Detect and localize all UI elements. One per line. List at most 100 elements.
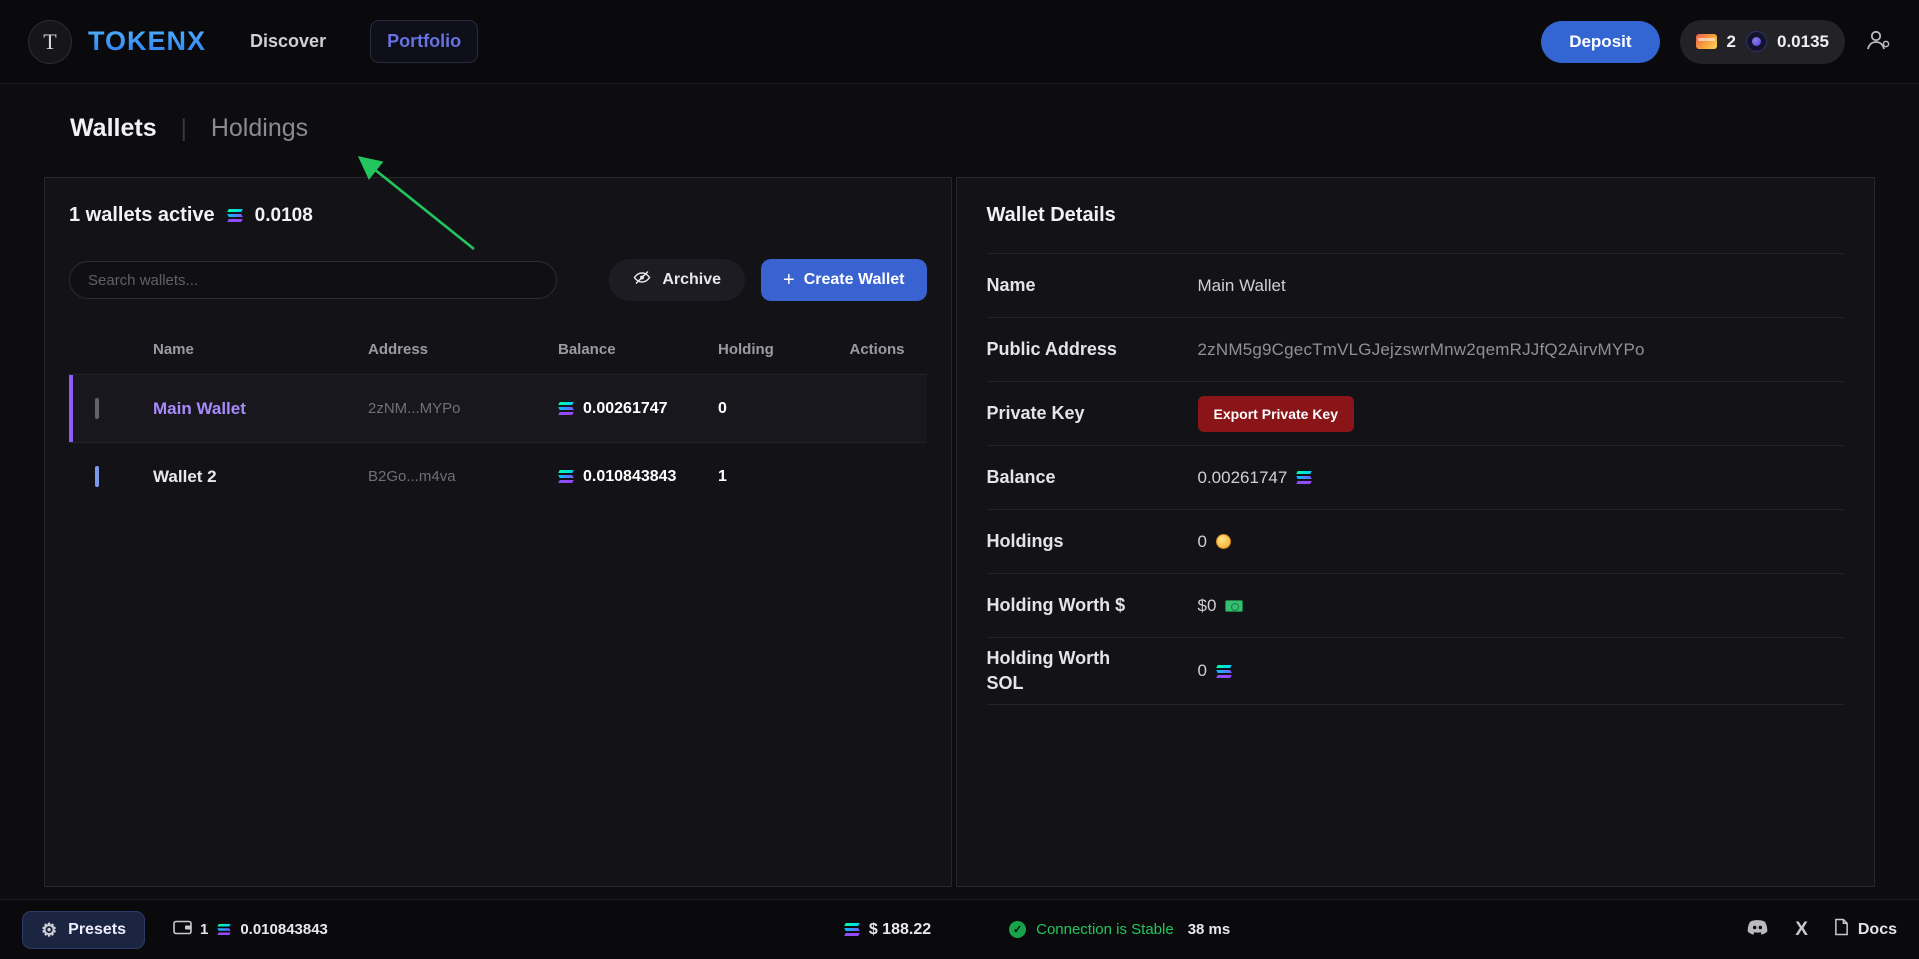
gear-icon: ⚙ [41,921,57,939]
holding-worth-usd-value: $0 [1198,596,1217,616]
wallet-details-panel: Wallet Details Name Main Wallet Public A… [956,177,1876,887]
archive-button[interactable]: Archive [609,259,745,301]
detail-label: Holding Worth SOL [987,646,1137,696]
active-wallets-summary: 1 wallets active 0.0108 [69,204,927,227]
sol-price-value: $ 188.22 [869,921,931,939]
solana-icon [1296,471,1312,484]
tab-wallets[interactable]: Wallets [70,114,157,143]
detail-row-holding-worth-usd: Holding Worth $ $0 [987,574,1845,638]
connection-status: ✓ Connection is Stable 38 ms [1009,921,1230,938]
card-icon [1696,34,1717,49]
docs-link[interactable]: Docs [1834,918,1897,941]
wallet-balance: 0.00261747 [583,400,668,418]
cash-icon [1225,600,1243,612]
wallets-table: Name Address Balance Holding Actions Mai… [69,341,927,510]
document-icon [1834,918,1849,941]
nav-item-discover[interactable]: Discover [244,21,332,62]
portfolio-tabs: Wallets | Holdings [70,114,1919,143]
statusbar-wallet-summary[interactable]: 1 0.010843843 [173,920,328,939]
deposit-button[interactable]: Deposit [1541,21,1659,63]
details-title: Wallet Details [987,204,1845,227]
wallet-name[interactable]: Wallet 2 [153,467,368,487]
statusbar-wallet-sol: 0.010843843 [240,921,328,938]
detail-value: Main Wallet [1198,276,1845,296]
detail-row-balance: Balance 0.00261747 [987,446,1845,510]
pill-count: 2 [1727,32,1736,52]
col-balance: Balance [558,341,718,358]
docs-label: Docs [1858,921,1897,939]
details-rows: Name Main Wallet Public Address 2zNM5g9C… [987,253,1845,705]
check-circle-icon: ✓ [1009,921,1026,938]
wallet-address: 2zNM...MYPo [368,400,558,417]
nav-item-portfolio[interactable]: Portfolio [370,20,478,63]
create-wallet-button[interactable]: + Create Wallet [761,259,926,301]
export-private-key-button[interactable]: Export Private Key [1198,396,1355,432]
balance-value: 0.00261747 [1198,468,1288,488]
statusbar-wallet-count: 1 [200,921,208,938]
detail-row-private-key: Private Key Export Private Key [987,382,1845,446]
col-address: Address [368,341,558,358]
solana-icon [844,923,860,936]
col-actions: Actions [848,341,927,358]
app-logo[interactable]: T [28,20,72,64]
detail-row-name: Name Main Wallet [987,254,1845,318]
active-sol-amount: 0.0108 [255,205,313,227]
wallets-table-header: Name Address Balance Holding Actions [69,341,927,374]
token-coin-icon [1746,31,1767,52]
brand-wrap: T TOKENX [28,20,206,64]
coin-icon [1216,534,1231,549]
wallet-icon [173,920,192,939]
wallet-holding: 1 [718,468,848,486]
detail-label: Public Address [987,337,1137,362]
latency-value: 38 ms [1188,921,1231,938]
detail-label: Private Key [987,401,1137,426]
archive-label: Archive [662,271,721,289]
solana-icon [558,470,574,483]
detail-label: Balance [987,465,1137,490]
row-checkbox[interactable] [95,398,99,419]
eye-off-icon [633,270,651,290]
create-wallet-label: Create Wallet [804,271,905,289]
logo-letter: T [43,29,56,55]
detail-row-public-address: Public Address 2zNM5g9CgecTmVLGJejzswrMn… [987,318,1845,382]
search-input[interactable] [69,261,557,299]
detail-row-holdings: Holdings 0 [987,510,1845,574]
status-bar: ⚙ Presets 1 0.010843843 $ 188.22 ✓ Conne… [0,899,1919,959]
row-checkbox[interactable] [95,466,99,487]
detail-label: Holdings [987,529,1137,554]
solana-icon [558,402,574,415]
public-address-value: 2zNM5g9CgecTmVLGJejzswrMnw2qemRJJfQ2Airv… [1198,340,1845,360]
wallet-address: B2Go...m4va [368,468,558,485]
active-wallets-text: 1 wallets active [69,204,215,227]
wallet-holding: 0 [718,400,848,418]
sol-price: $ 188.22 [844,921,931,939]
navbar-right: Deposit 2 0.0135 [1541,20,1891,64]
statusbar-middle: $ 188.22 ✓ Connection is Stable 38 ms [356,921,1718,939]
navbar: T TOKENX Discover Portfolio Deposit 2 0.… [0,0,1919,84]
presets-button[interactable]: ⚙ Presets [22,911,145,949]
solana-icon [1216,665,1232,678]
user-icon [1865,29,1891,54]
solana-icon [227,209,243,222]
detail-label: Holding Worth $ [987,593,1137,618]
wallet-controls: Archive + Create Wallet [69,259,927,301]
wallet-name[interactable]: Main Wallet [153,399,368,419]
brand-name: TOKENX [88,26,206,57]
detail-row-holding-worth-sol: Holding Worth SOL 0 [987,638,1845,705]
holding-worth-sol-value: 0 [1198,661,1207,681]
x-twitter-icon[interactable]: X [1795,919,1808,941]
statusbar-right: X Docs [1746,918,1897,941]
table-row[interactable]: Wallet 2 B2Go...m4va 0.010843843 1 [69,442,927,510]
tab-holdings[interactable]: Holdings [211,114,308,143]
col-holding: Holding [718,341,848,358]
plus-icon: + [783,270,795,290]
discord-icon[interactable] [1746,919,1769,941]
account-button[interactable] [1865,29,1891,54]
table-row[interactable]: Main Wallet 2zNM...MYPo 0.00261747 0 [69,374,927,442]
tab-separator: | [181,115,187,143]
col-name: Name [153,341,368,358]
pill-sol-amount: 0.0135 [1777,32,1829,52]
balance-pill[interactable]: 2 0.0135 [1680,20,1845,64]
presets-label: Presets [68,921,126,939]
wallets-panel: 1 wallets active 0.0108 Archive + Crea [44,177,952,887]
